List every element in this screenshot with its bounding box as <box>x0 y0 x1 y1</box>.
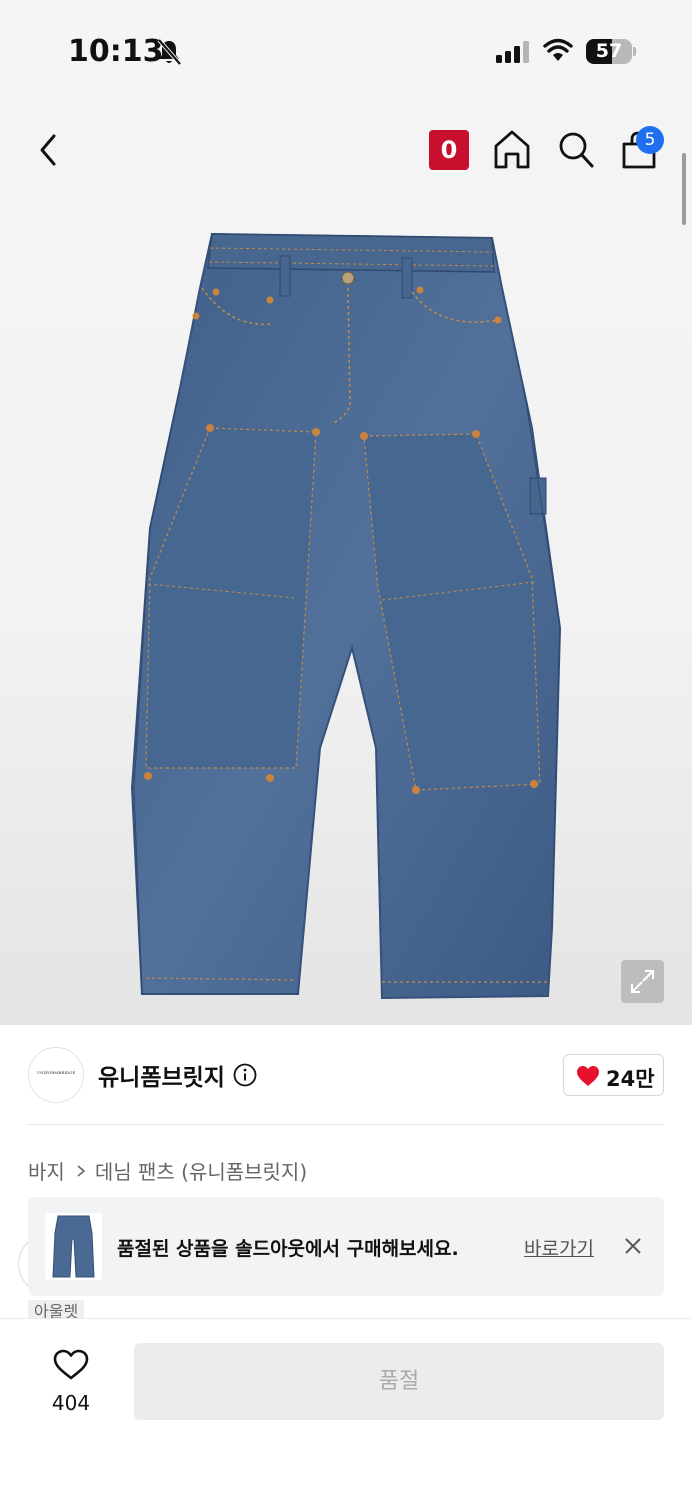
search-icon[interactable] <box>557 130 595 170</box>
store-badge-button[interactable]: 0 <box>429 130 469 170</box>
cart-count-badge: 5 <box>636 126 664 154</box>
info-icon[interactable] <box>233 1063 257 1087</box>
banner-go-link[interactable]: 바로가기 <box>524 1234 594 1261</box>
wishlist-button[interactable]: 404 <box>40 1347 102 1419</box>
breadcrumb: 바지 데님 팬츠 (유니폼브릿지) <box>28 1156 307 1185</box>
cellular-signal-icon <box>496 41 529 63</box>
breadcrumb-category[interactable]: 바지 <box>28 1156 65 1185</box>
banner-message: 품절된 상품을 솔드아웃에서 구매해보세요. <box>117 1238 459 1260</box>
close-icon[interactable] <box>623 1236 643 1256</box>
bell-muted-icon <box>157 38 182 66</box>
divider <box>28 1124 664 1125</box>
battery-icon: 57 <box>586 39 632 64</box>
home-icon[interactable] <box>492 128 532 170</box>
expand-icon <box>631 970 654 993</box>
product-image-area: 10:13 57 0 5 <box>0 0 692 1025</box>
status-time: 10:13 <box>68 34 164 69</box>
soldout-banner: 품절된 상품을 솔드아웃에서 구매해보세요. 바로가기 <box>28 1197 664 1296</box>
banner-product-thumbnail <box>45 1213 102 1280</box>
brand-name[interactable]: 유니폼브릿지 <box>98 1058 225 1092</box>
battery-level: 57 <box>595 40 623 62</box>
scrollbar <box>682 153 686 225</box>
heart-filled-icon <box>577 1066 599 1086</box>
heart-outline-icon <box>53 1349 89 1380</box>
wifi-icon <box>543 38 573 61</box>
brand-logo[interactable]: UNIFORMBRIDGE <box>28 1047 84 1103</box>
breadcrumb-subcategory[interactable]: 데님 팬츠 (유니폼브릿지) <box>95 1156 307 1185</box>
chevron-right-icon <box>77 1164 86 1177</box>
product-image-jeans <box>130 232 562 1000</box>
back-button[interactable] <box>34 130 66 170</box>
status-bar: 10:13 57 <box>0 0 692 100</box>
brand-like-count: 24만 <box>606 1067 655 1091</box>
wishlist-count: 404 <box>51 1391 91 1415</box>
brand-like-button[interactable]: 24만 <box>563 1054 664 1096</box>
soldout-buy-button[interactable]: 품절 <box>134 1343 664 1420</box>
expand-image-button[interactable] <box>621 960 664 1003</box>
bottom-action-bar: 404 품절 <box>0 1318 692 1500</box>
brand-logo-wordmark: UNIFORMBRIDGE <box>36 1070 76 1075</box>
